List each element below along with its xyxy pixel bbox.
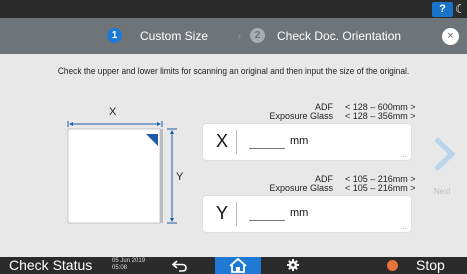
stop-icon[interactable]	[387, 260, 398, 271]
wizard-header: 1 Custom Size › 2 Check Doc. Orientation ×	[0, 18, 467, 54]
step-separator-icon: ›	[238, 31, 241, 41]
step-label-1: Custom Size	[140, 29, 209, 43]
stop-button[interactable]: Stop	[416, 257, 445, 274]
step-number-1: 1	[107, 28, 122, 43]
home-icon	[229, 257, 247, 273]
instruction-text: Check the upper and lower limits for sca…	[57, 66, 410, 77]
y-input-unit: mm	[290, 207, 309, 219]
y-size-input[interactable]: Y mm ...	[203, 196, 411, 232]
step-label-2: Check Doc. Orientation	[277, 29, 402, 43]
paper-sheet	[67, 128, 161, 224]
datetime-display: 05 Jun 2019 05:08	[112, 258, 145, 272]
y-glass-label: Exposure Glass	[269, 183, 333, 193]
x-glass-range: < 128 – 356mm >	[345, 111, 416, 121]
help-button[interactable]: ?	[432, 2, 453, 17]
diagram-y-label: Y	[176, 171, 184, 183]
home-button[interactable]	[215, 257, 261, 274]
x-input-divider	[236, 130, 237, 154]
energy-saver-icon[interactable]: ☾	[455, 2, 466, 16]
date-text: 05 Jun 2019	[112, 258, 146, 264]
x-input-underline	[249, 148, 285, 149]
step-custom-size: 1 Custom Size	[107, 28, 208, 44]
back-icon[interactable]	[172, 259, 188, 272]
step-check-orientation: 2 Check Doc. Orientation	[250, 28, 401, 44]
y-input-underline	[249, 220, 285, 221]
bottom-bar: Check Status 05 Jun 2019 05:08 Stop	[0, 257, 467, 274]
y-more-indicator: ...	[400, 222, 407, 231]
original-size-diagram: X Y	[60, 104, 190, 232]
x-input-unit: mm	[290, 135, 309, 147]
next-arrow-icon[interactable]	[430, 136, 458, 172]
y-input-letter: Y	[216, 203, 229, 223]
x-input-letter: X	[216, 131, 229, 151]
step-number-2: 2	[250, 28, 265, 43]
time-text: 05:08	[112, 265, 128, 271]
check-status-button[interactable]: Check Status	[9, 257, 92, 274]
y-glass-range: < 105 – 216mm >	[345, 183, 416, 193]
x-glass-label: Exposure Glass	[269, 111, 333, 121]
top-status-bar: ? ☾	[0, 0, 467, 18]
gear-icon[interactable]	[286, 258, 300, 272]
diagram-x-label: X	[109, 106, 117, 118]
x-size-input[interactable]: X mm ...	[203, 124, 411, 160]
y-input-divider	[236, 202, 237, 226]
next-button-label[interactable]: Next	[434, 187, 450, 196]
close-button[interactable]: ×	[442, 28, 459, 45]
x-more-indicator: ...	[400, 150, 407, 159]
